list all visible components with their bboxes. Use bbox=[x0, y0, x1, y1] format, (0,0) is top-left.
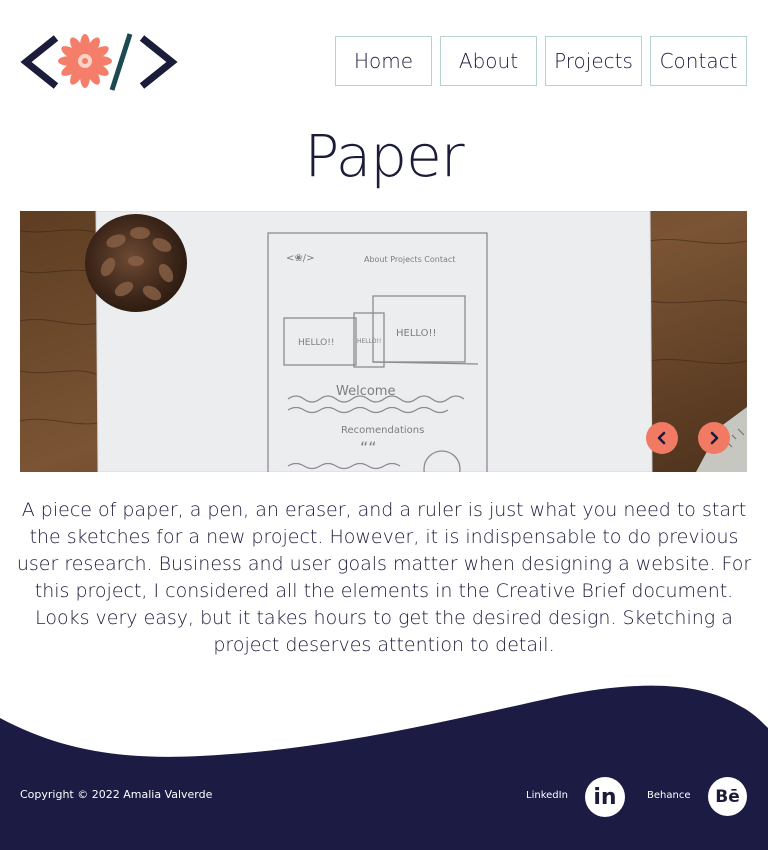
sketch-nav-text: About Projects Contact bbox=[364, 255, 455, 264]
sketch-welcome: Welcome bbox=[336, 384, 395, 399]
main-nav: Home About Projects Contact bbox=[335, 36, 747, 86]
sketch-hello-desktop: HELLO!! bbox=[396, 328, 437, 339]
site-logo[interactable] bbox=[20, 30, 180, 94]
site-footer: Copyright © 2022 Amalia Valverde LinkedI… bbox=[0, 680, 768, 850]
page-title: Paper bbox=[304, 122, 464, 190]
svg-text:<❀/>: <❀/> bbox=[286, 253, 315, 264]
chevron-right-icon bbox=[710, 431, 719, 445]
left-angle-bracket bbox=[20, 35, 59, 89]
carousel-next-button[interactable] bbox=[698, 422, 730, 454]
right-angle-bracket bbox=[139, 35, 178, 89]
linkedin-label: LinkedIn bbox=[526, 790, 568, 801]
sketch-hello-tablet: HELLO!! bbox=[298, 338, 334, 348]
linkedin-icon[interactable]: in bbox=[585, 777, 625, 817]
sketch-photo: <❀/> About Projects Contact HELLO!! HELL… bbox=[20, 211, 747, 472]
pine-cone bbox=[85, 214, 187, 312]
sketch-hello-phone: HELLO!! bbox=[357, 338, 381, 345]
carousel-prev-button[interactable] bbox=[646, 422, 678, 454]
image-carousel: <❀/> About Projects Contact HELLO!! HELL… bbox=[20, 211, 747, 472]
nav-projects-button[interactable]: Projects bbox=[545, 36, 642, 86]
flower-icon bbox=[58, 34, 112, 88]
copyright-text: Copyright © 2022 Amalia Valverde bbox=[20, 788, 213, 801]
nav-contact-button[interactable]: Contact bbox=[650, 36, 747, 86]
behance-icon[interactable]: Bē bbox=[708, 777, 747, 816]
sketch-quote: ““ bbox=[360, 438, 377, 457]
sketch-recommendations: Recomendations bbox=[341, 425, 424, 436]
behance-label: Behance bbox=[647, 790, 691, 801]
footer-wave bbox=[0, 685, 768, 850]
chevron-left-icon bbox=[657, 431, 666, 445]
nav-about-button[interactable]: About bbox=[440, 36, 537, 86]
slash bbox=[109, 33, 133, 91]
project-description: A piece of paper, a pen, an eraser, and … bbox=[16, 499, 752, 656]
nav-home-button[interactable]: Home bbox=[335, 36, 432, 86]
